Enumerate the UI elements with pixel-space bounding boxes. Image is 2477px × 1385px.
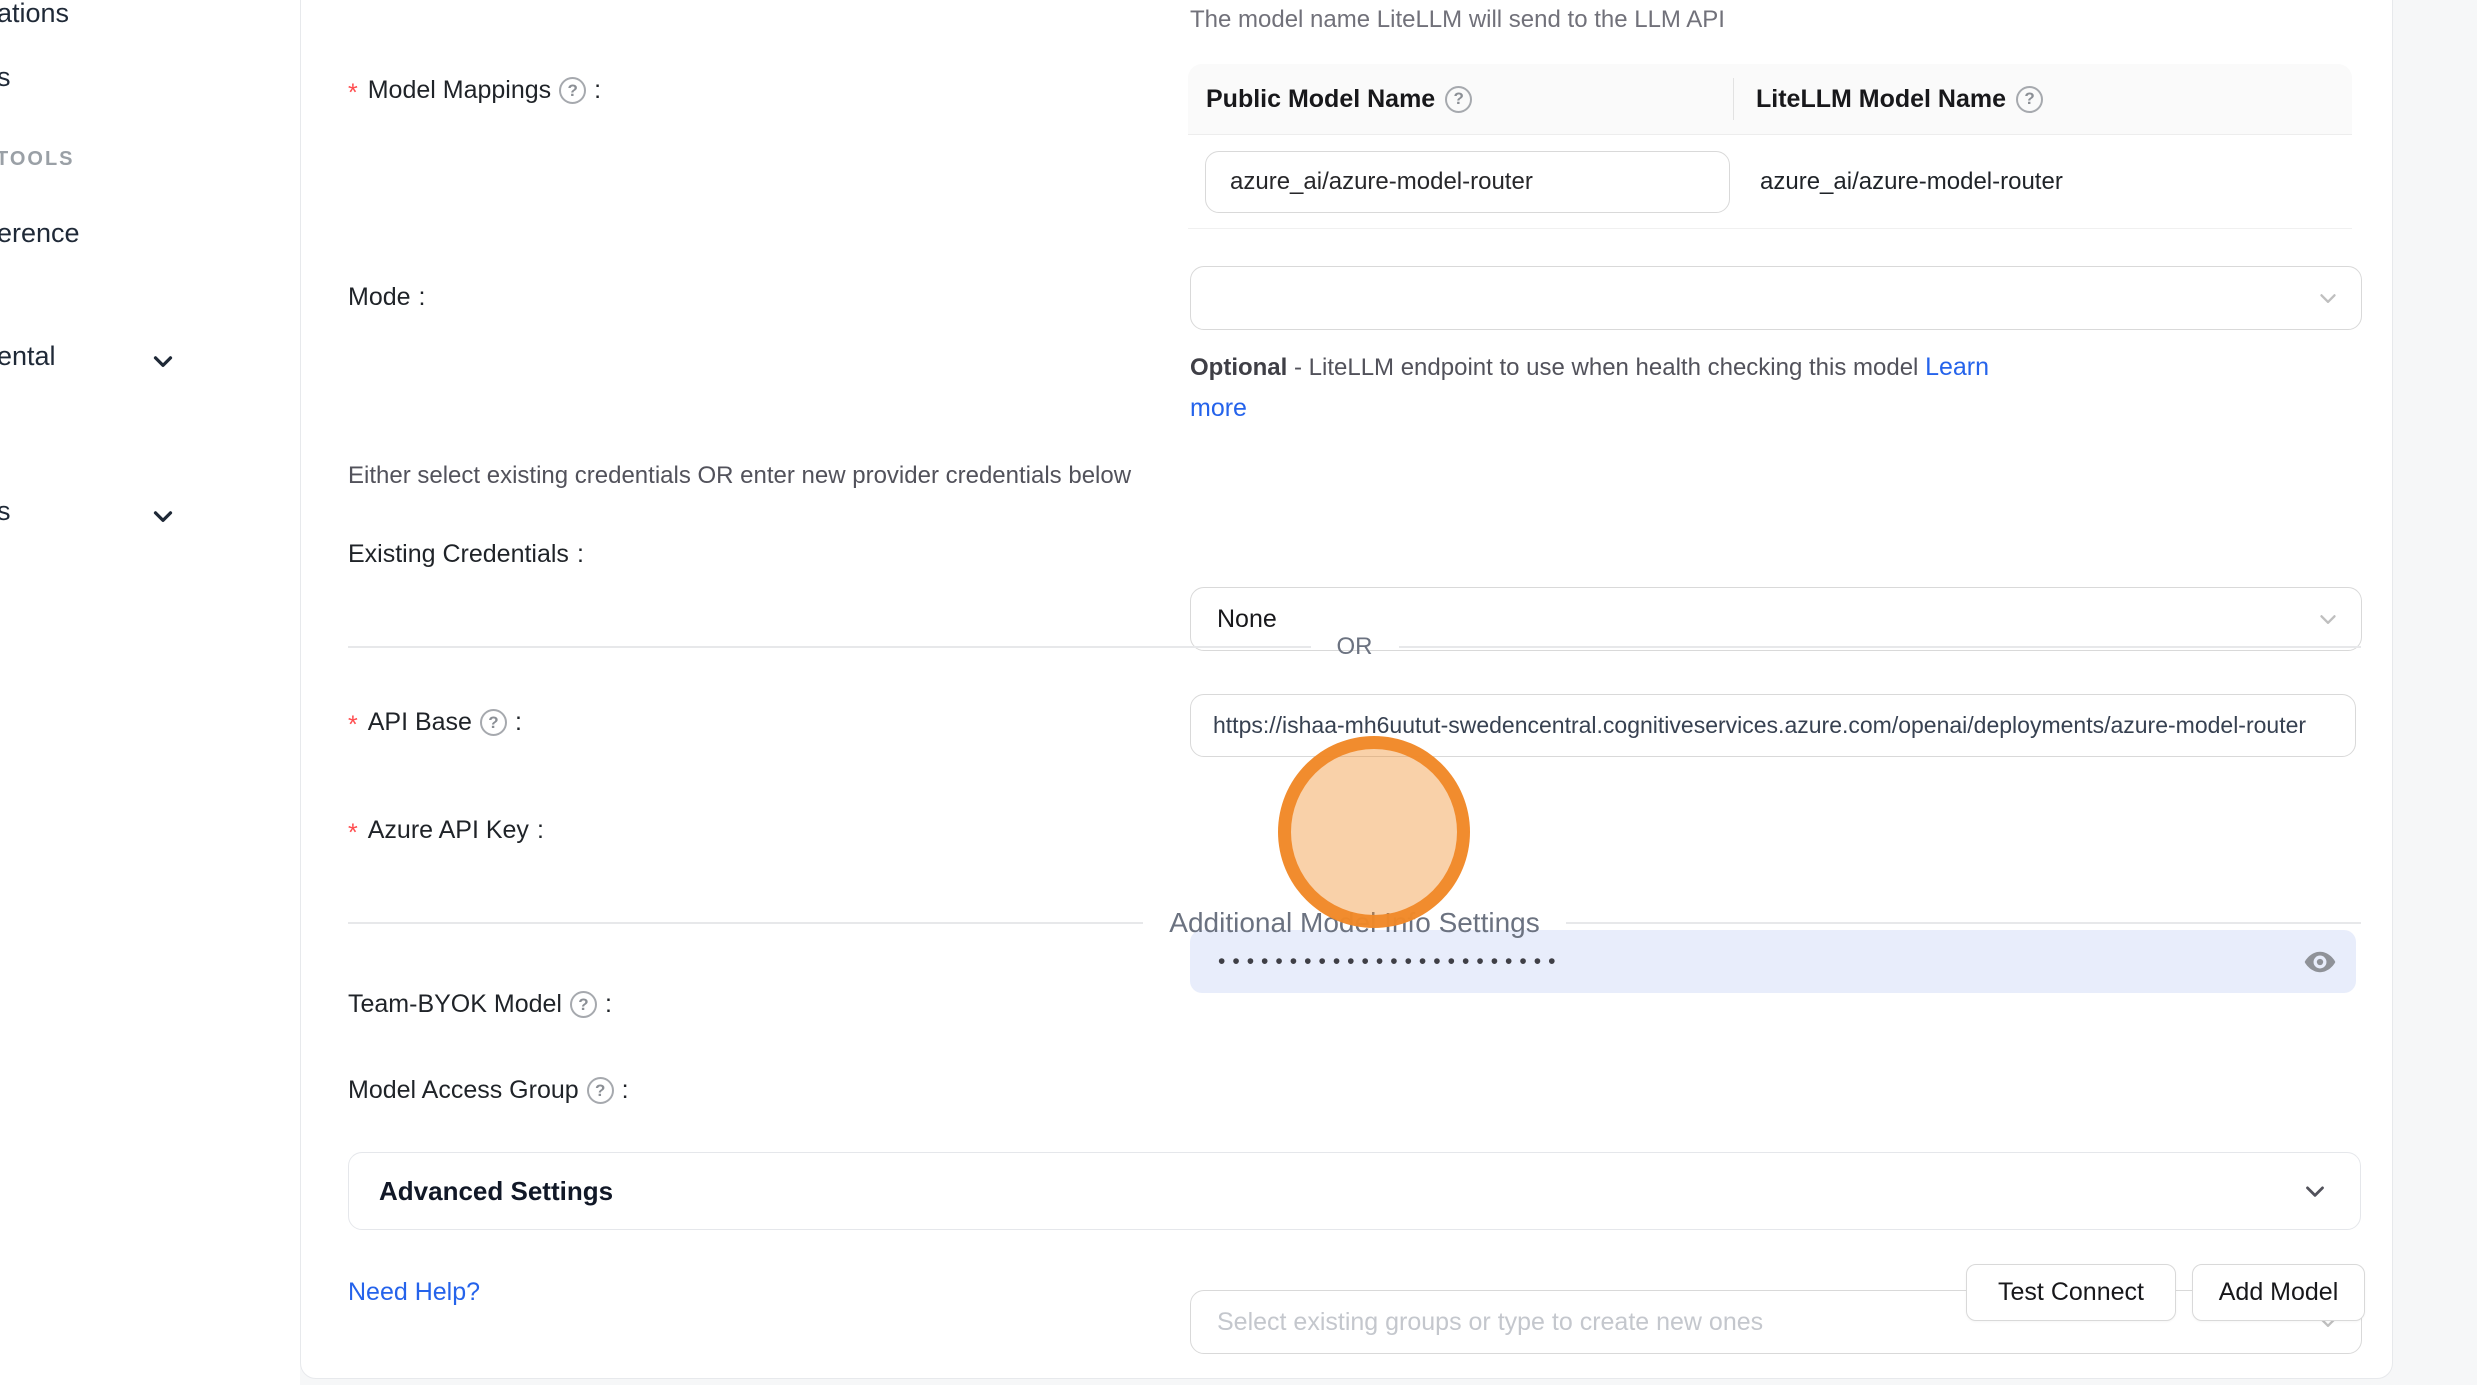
litellm-model-name-value: azure_ai/azure-model-router	[1760, 168, 2063, 196]
table-header-row: Public Model Name ? LiteLLM Model Name ?	[1188, 64, 2352, 135]
litellm-model-name-header: LiteLLM Model Name ?	[1734, 85, 2043, 114]
masked-password-value: ••••••••••••••••••••••••	[1218, 950, 1562, 974]
api-base-label: * API Base ? :	[348, 708, 522, 737]
test-connect-button[interactable]: Test Connect	[1966, 1264, 2176, 1321]
additional-settings-divider: Additional Model Info Settings	[348, 905, 2361, 941]
or-divider: OR	[348, 630, 2361, 664]
team-byok-label: Team-BYOK Model ? :	[348, 990, 612, 1019]
advanced-settings-title: Advanced Settings	[379, 1176, 613, 1207]
help-icon[interactable]: ?	[570, 991, 597, 1018]
api-base-input[interactable]	[1190, 694, 2356, 757]
help-icon[interactable]: ?	[559, 77, 586, 104]
required-asterisk: *	[348, 711, 358, 740]
chevron-down-icon	[2315, 606, 2341, 632]
azure-api-key-label: * Azure API Key :	[348, 816, 544, 845]
help-icon[interactable]: ?	[2016, 86, 2043, 113]
model-mappings-table: Public Model Name ? LiteLLM Model Name ?…	[1188, 64, 2352, 229]
model-mappings-label: * Model Mappings ? :	[348, 76, 601, 105]
mode-label: Mode :	[348, 283, 426, 312]
help-icon[interactable]: ?	[480, 709, 507, 736]
help-icon[interactable]: ?	[587, 1077, 614, 1104]
table-row: azure_ai/azure-model-router	[1188, 135, 2352, 229]
help-icon[interactable]: ?	[1445, 86, 1472, 113]
mode-select[interactable]	[1190, 266, 2362, 330]
advanced-settings-toggle[interactable]: Advanced Settings	[348, 1152, 2361, 1230]
public-model-name-input[interactable]	[1205, 151, 1730, 213]
credentials-note: Either select existing credentials OR en…	[348, 462, 1131, 490]
eye-icon[interactable]	[2300, 942, 2340, 982]
add-model-button[interactable]: Add Model	[2192, 1264, 2365, 1321]
model-access-group-label: Model Access Group ? :	[348, 1076, 629, 1105]
existing-credentials-label: Existing Credentials :	[348, 540, 584, 569]
required-asterisk: *	[348, 79, 358, 108]
public-model-name-header: Public Model Name ?	[1188, 85, 1733, 114]
model-access-group-placeholder: Select existing groups or type to create…	[1217, 1308, 1763, 1337]
model-access-group-select[interactable]: Select existing groups or type to create…	[1190, 1290, 2362, 1354]
need-help-link[interactable]: Need Help?	[348, 1278, 480, 1307]
model-name-helper-text: The model name LiteLLM will send to the …	[1190, 6, 1725, 34]
mode-helper-text: Optional - LiteLLM endpoint to use when …	[1190, 347, 2036, 429]
chevron-down-icon	[2300, 1176, 2330, 1206]
required-asterisk: *	[348, 819, 358, 848]
chevron-down-icon	[2315, 285, 2341, 311]
